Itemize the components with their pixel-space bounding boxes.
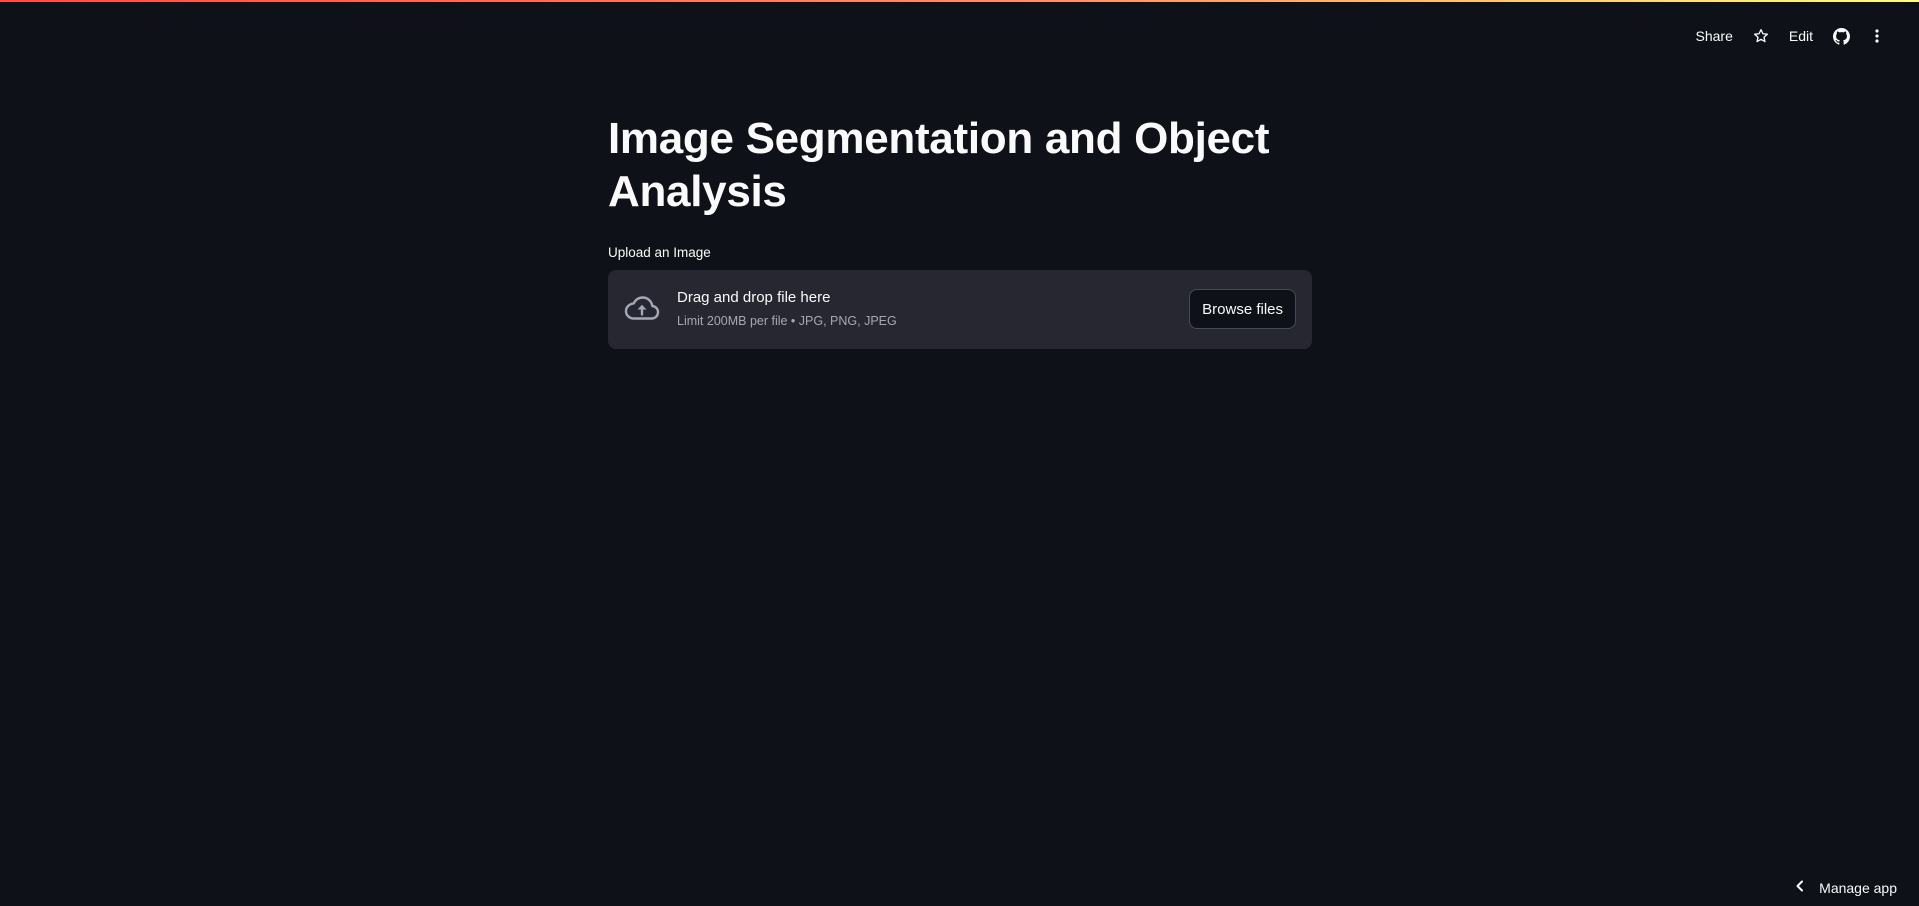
more-vertical-icon[interactable] <box>1863 22 1891 50</box>
share-button[interactable]: Share <box>1690 24 1739 48</box>
top-toolbar: Share Edit <box>1690 22 1891 50</box>
cloud-upload-icon <box>624 293 660 323</box>
file-dropzone[interactable]: Drag and drop file here Limit 200MB per … <box>608 270 1312 349</box>
star-icon[interactable] <box>1747 22 1775 50</box>
dropzone-text: Drag and drop file here Limit 200MB per … <box>677 288 897 330</box>
dropzone-instruction: Drag and drop file here <box>677 289 831 306</box>
header-decoration-bar <box>0 0 1919 2</box>
main-content: Image Segmentation and Object Analysis U… <box>608 112 1312 349</box>
page-title: Image Segmentation and Object Analysis <box>608 114 1270 216</box>
edit-button[interactable]: Edit <box>1783 24 1819 48</box>
uploader-label: Upload an Image <box>608 245 711 260</box>
manage-app-label: Manage app <box>1819 880 1897 896</box>
manage-app-button[interactable]: Manage app <box>1795 876 1897 900</box>
github-icon[interactable] <box>1827 22 1855 50</box>
chevron-left-icon <box>1795 879 1805 897</box>
browse-files-button[interactable]: Browse files <box>1189 289 1296 329</box>
dropzone-limit: Limit 200MB per file • JPG, PNG, JPEG <box>677 314 897 328</box>
